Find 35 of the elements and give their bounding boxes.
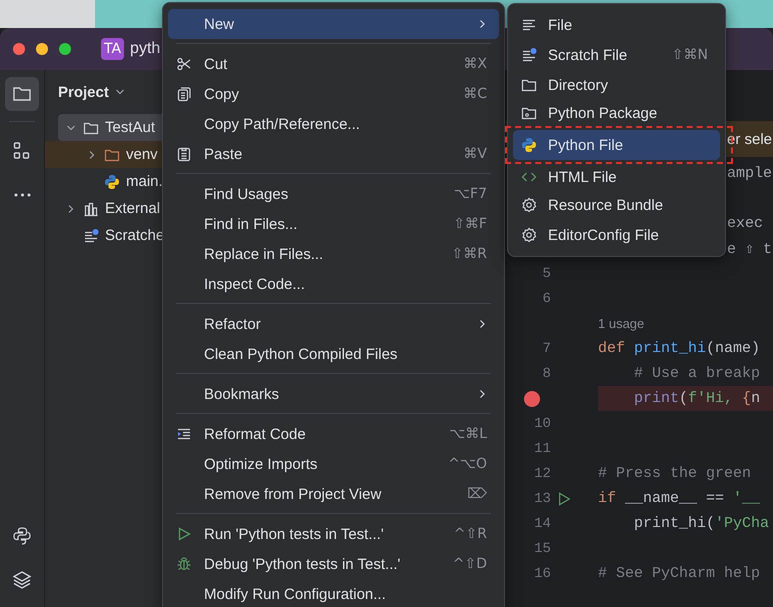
code-line: if __name__ == '__ — [598, 490, 760, 507]
shortcut-text: ⌘V — [463, 146, 487, 162]
code-line: print(f'Hi, {n — [633, 390, 760, 407]
shortcut-text: ^⌥O — [448, 456, 487, 472]
shortcut-text: ⌦ — [467, 486, 487, 502]
code-line: def print_hi(name) — [598, 340, 760, 357]
line-number: 6 — [541, 290, 551, 306]
shortcut-text: ⌥⌘L — [449, 426, 487, 442]
line-number: 14 — [533, 516, 551, 532]
shortcut-text: ⌘X — [463, 56, 487, 72]
code-line: # Use a breakp — [633, 365, 760, 382]
line-number: 10 — [533, 416, 551, 432]
line-number: 11 — [533, 440, 551, 456]
window-title: pyth — [130, 40, 160, 58]
shortcut-text: ⌥F7 — [454, 186, 487, 202]
code-line: # See PyCharm help — [598, 565, 760, 582]
line-number: 15 — [533, 540, 551, 556]
code-line: print_hi('PyCha — [633, 515, 770, 532]
shortcut-text: ⇧⌘N — [672, 47, 708, 63]
line-number: 8 — [541, 366, 551, 382]
line-number: 7 — [541, 340, 551, 356]
line-number: 16 — [533, 566, 551, 582]
project-badge: TA — [101, 38, 124, 60]
shortcut-text: ⇧⌘R — [452, 246, 487, 262]
line-number: 12 — [533, 466, 551, 482]
shortcut-text: ⇧⌘F — [453, 216, 487, 232]
line-number: 5 — [541, 266, 551, 282]
shortcut-text: ^⇧D — [452, 556, 487, 572]
code-line: # Press the green — [598, 465, 752, 482]
shortcut-text: ^⇧R — [454, 526, 487, 542]
hint-text: e ⇧ t — [727, 240, 772, 258]
hint-text: exec — [727, 215, 764, 232]
hint-text: ample — [727, 165, 772, 182]
line-number: 13 — [533, 490, 551, 506]
shortcut-text: ⌘C — [463, 86, 487, 102]
